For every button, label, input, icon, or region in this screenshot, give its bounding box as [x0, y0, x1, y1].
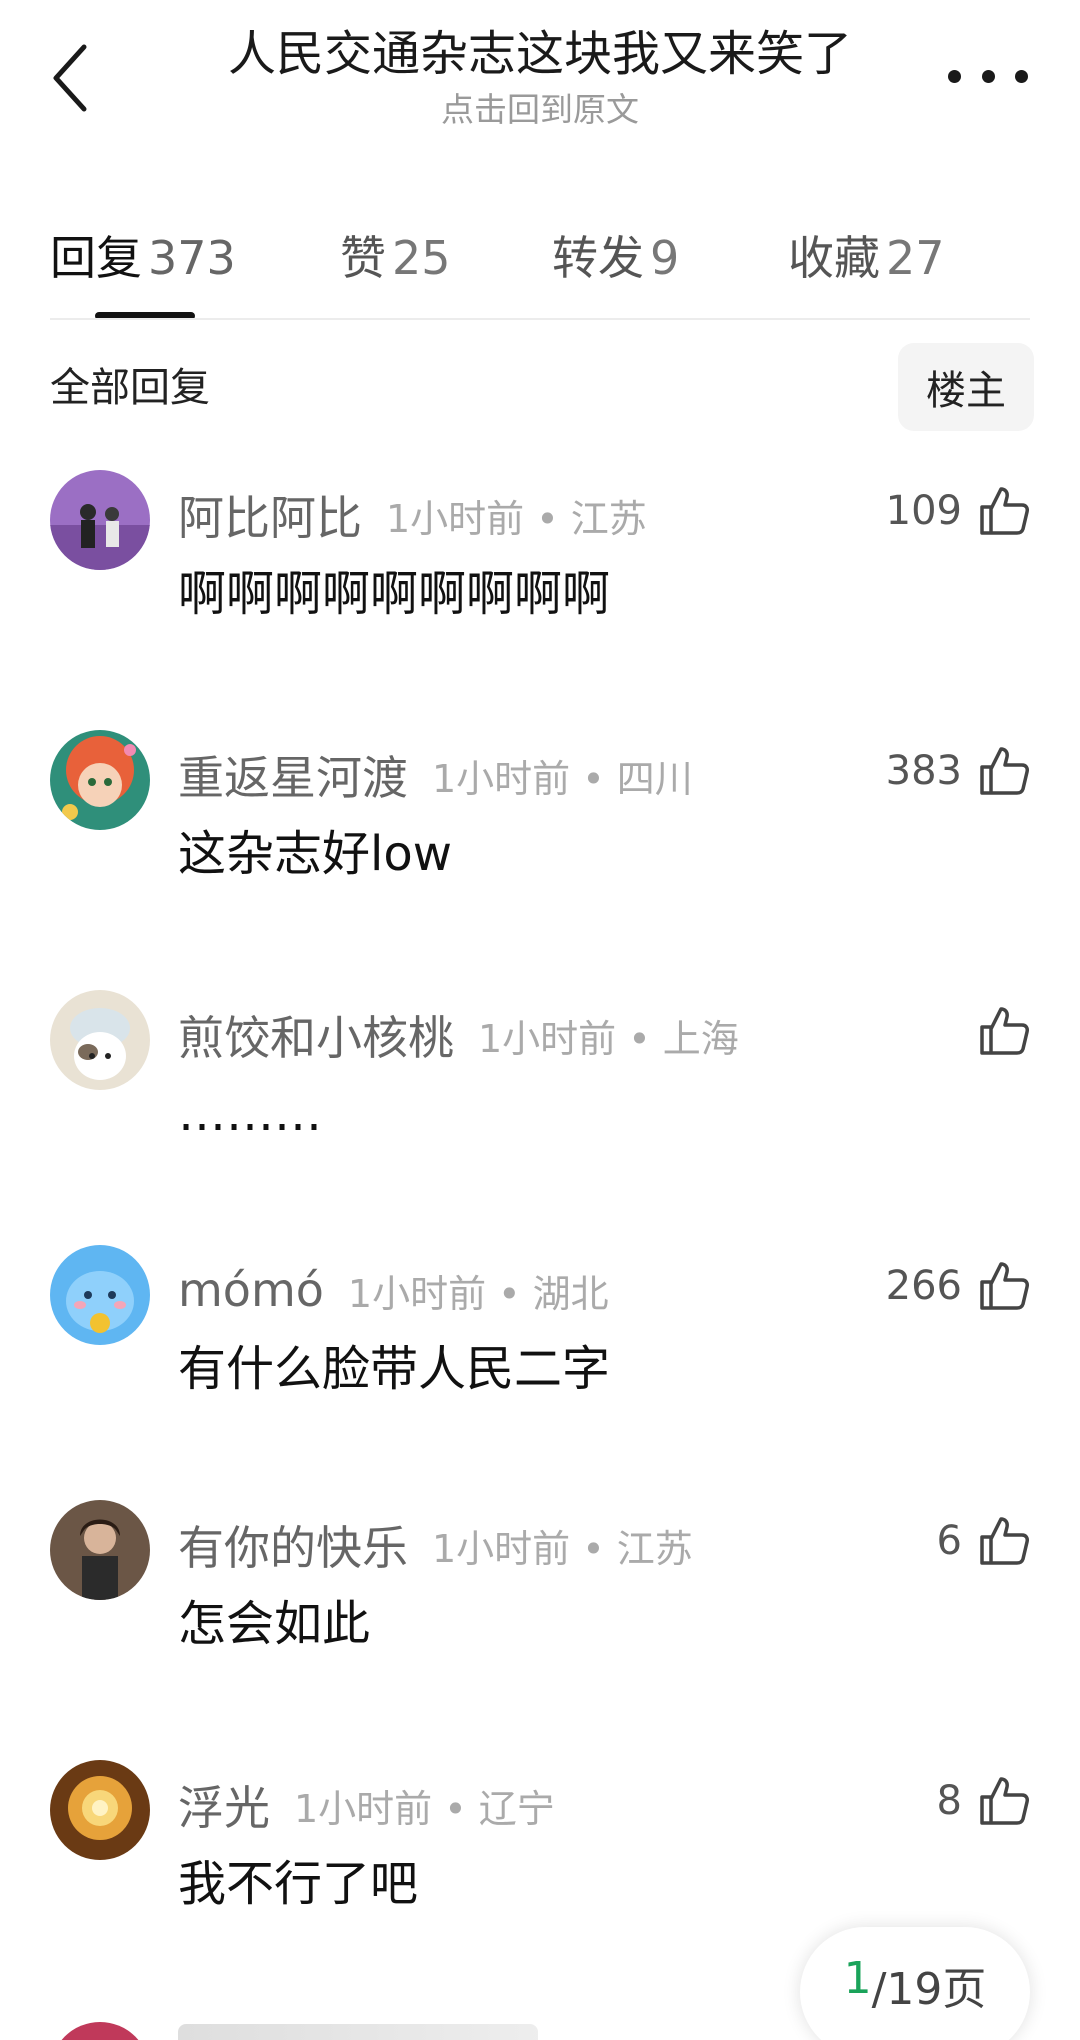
- comment-item[interactable]: 有你的快乐 1小时前 • 江苏 6 怎会如此: [0, 1500, 1080, 1700]
- like-count: 383: [885, 748, 962, 794]
- tab-label: 收藏: [788, 231, 880, 285]
- timestamp-location: 1小时前 • 江苏: [432, 1526, 693, 1571]
- avatar-image: [50, 990, 150, 1090]
- comment-meta: 煎饺和小核桃 1小时前 • 上海: [178, 1000, 739, 1070]
- tab-reposts[interactable]: 转发 9: [552, 218, 679, 298]
- tab-likes[interactable]: 赞 25: [340, 218, 451, 298]
- timestamp-location: 1小时前 • 四川: [432, 756, 693, 801]
- username[interactable]: 浮光: [178, 1772, 270, 1838]
- timestamp-location: 1小时前 • 江苏: [386, 496, 647, 541]
- like-count: 8: [936, 1778, 962, 1824]
- comment-item[interactable]: mómó 1小时前 • 湖北 266 有什么脸带人民二字: [0, 1245, 1080, 1445]
- comment-meta: mómó 1小时前 • 湖北: [178, 1255, 609, 1325]
- username[interactable]: 阿比阿比: [178, 482, 362, 548]
- back-button[interactable]: [40, 38, 100, 118]
- like-button[interactable]: 6: [937, 1506, 1030, 1576]
- like-button[interactable]: 8: [937, 1766, 1030, 1836]
- like-count: 6: [936, 1518, 962, 1564]
- tab-label: 转发: [552, 231, 644, 285]
- comment-meta: 有你的快乐 1小时前 • 江苏: [178, 1510, 693, 1580]
- more-dots-icon: [948, 69, 961, 83]
- comment-item[interactable]: 煎饺和小核桃 1小时前 • 上海 ………: [0, 990, 1080, 1190]
- tabs-divider: [50, 318, 1030, 320]
- avatar[interactable]: [50, 1500, 150, 1600]
- thumbs-up-icon: [980, 1007, 1029, 1055]
- username[interactable]: mómó: [178, 1263, 324, 1317]
- username[interactable]: 煎饺和小核桃: [178, 1002, 454, 1068]
- avatar[interactable]: [50, 730, 150, 830]
- avatar[interactable]: [50, 470, 150, 570]
- current-page: 1: [843, 1953, 872, 2004]
- avatar[interactable]: [50, 1245, 150, 1345]
- comment-text: 我不行了吧: [178, 1856, 419, 1912]
- like-button[interactable]: 109: [886, 476, 1030, 546]
- comment-text: 怎会如此: [178, 1596, 371, 1652]
- avatar[interactable]: [50, 2022, 150, 2040]
- chevron-left-icon: [53, 44, 87, 112]
- avatar[interactable]: [50, 990, 150, 1090]
- owner-filter-button[interactable]: 楼主: [898, 343, 1034, 431]
- avatar-image: [50, 470, 150, 570]
- avatar-image: [50, 1760, 150, 1860]
- all-replies-label: 全部回复: [50, 365, 210, 411]
- thumbs-up-icon: [980, 1777, 1029, 1825]
- username-placeholder: [178, 2024, 538, 2040]
- comment-text: 这杂志好low: [178, 826, 452, 882]
- like-count: 266: [885, 1263, 962, 1309]
- more-dot: [981, 69, 995, 83]
- thumbs-up-icon: [980, 747, 1029, 795]
- avatar-image: [50, 1500, 150, 1600]
- tab-count: 27: [886, 231, 945, 285]
- back-to-original-link[interactable]: 点击回到原文: [150, 88, 930, 132]
- avatar-image: [50, 1245, 150, 1345]
- tab-replies[interactable]: 回复 373: [50, 218, 236, 298]
- comment-item[interactable]: 阿比阿比 1小时前 • 江苏 109 啊啊啊啊啊啊啊啊啊: [0, 470, 1080, 670]
- tab-count: 373: [148, 231, 236, 285]
- like-button[interactable]: 266: [886, 1251, 1030, 1321]
- username[interactable]: 有你的快乐: [178, 1512, 408, 1578]
- more-dot: [1015, 69, 1028, 83]
- comment-item[interactable]: 重返星河渡 1小时前 • 四川 383 这杂志好low: [0, 730, 1080, 930]
- avatar-image: [50, 730, 150, 830]
- top-bar: 人民交通杂志这块我又来笑了 点击回到原文: [0, 0, 1080, 160]
- thumbs-up-icon: [980, 1517, 1029, 1565]
- tab-count: 9: [650, 231, 680, 285]
- tab-count: 25: [392, 231, 451, 285]
- like-button[interactable]: [962, 996, 1030, 1066]
- timestamp-location: 1小时前 • 湖北: [347, 1271, 609, 1316]
- comment-meta: 重返星河渡 1小时前 • 四川: [178, 740, 693, 810]
- more-button[interactable]: [948, 56, 1028, 96]
- comment-text: 有什么脸带人民二字: [178, 1341, 611, 1397]
- tab-bar: 回复 373 赞 25 转发 9 收藏 27: [0, 210, 1080, 320]
- thumbs-up-icon: [980, 1262, 1029, 1310]
- comment-meta: 浮光 1小时前 • 辽宁: [178, 1770, 555, 1840]
- thumbs-up-icon: [980, 487, 1029, 535]
- tab-favorites[interactable]: 收藏 27: [788, 218, 945, 298]
- page-title: 人民交通杂志这块我又来笑了: [227, 26, 852, 82]
- like-button[interactable]: 383: [886, 736, 1030, 806]
- like-count: 109: [885, 488, 962, 534]
- avatar[interactable]: [50, 1760, 150, 1860]
- comment-text: ………: [178, 1086, 322, 1142]
- comment-text: 啊啊啊啊啊啊啊啊啊: [178, 566, 611, 622]
- comment-meta: 阿比阿比 1小时前 • 江苏: [178, 480, 647, 550]
- title-area[interactable]: 人民交通杂志这块我又来笑了 点击回到原文: [150, 22, 930, 132]
- total-pages: /19页: [871, 1964, 987, 2015]
- timestamp-location: 1小时前 • 上海: [478, 1016, 739, 1061]
- tab-label: 赞: [340, 231, 386, 285]
- page-indicator[interactable]: 1/19页: [800, 1927, 1030, 2040]
- tab-label: 回复: [50, 231, 142, 285]
- username[interactable]: 重返星河渡: [178, 742, 408, 808]
- timestamp-location: 1小时前 • 辽宁: [294, 1786, 555, 1831]
